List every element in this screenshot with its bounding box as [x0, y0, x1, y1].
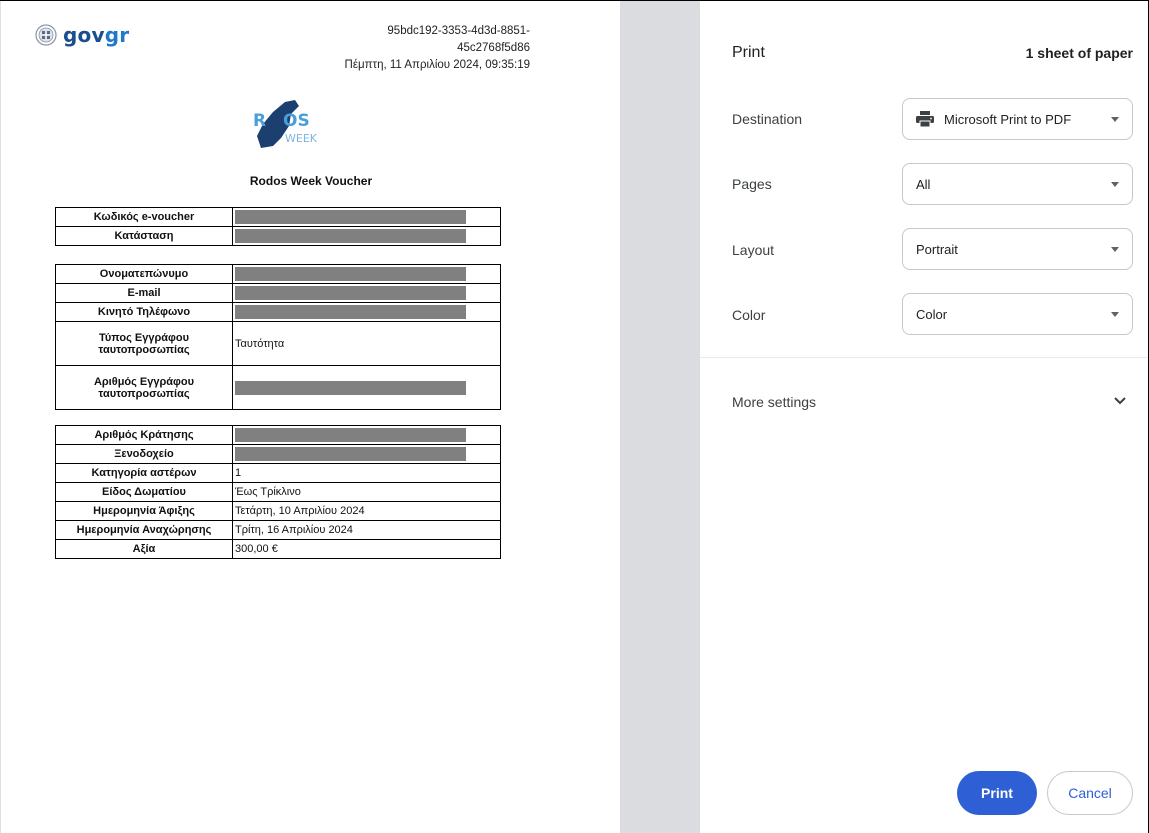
- voucher-table-code: Κωδικός e-voucher Κατάσταση: [55, 207, 501, 246]
- print-preview-page: govgr 95bdc192-3353-4d3d-8851- 45c2768f5…: [0, 0, 620, 833]
- table-row: Ημερομηνία Άφιξης Τετάρτη, 10 Απριλίου 20…: [55, 501, 501, 521]
- print-button[interactable]: Print: [957, 771, 1037, 815]
- row-value: [232, 283, 501, 303]
- destination-value: Microsoft Print to PDF: [944, 111, 1072, 127]
- print-settings-panel: Print 1 sheet of paper Destination Micro…: [700, 0, 1149, 833]
- gov-gr-logo: govgr: [35, 22, 129, 48]
- row-label: E-mail: [55, 283, 233, 303]
- row-value: 300,00 €: [232, 539, 501, 559]
- redaction-bar: [235, 447, 466, 461]
- row-value: [232, 425, 501, 445]
- row-value: Τετάρτη, 10 Απριλίου 2024: [232, 501, 501, 521]
- table-row: Ξενοδοχείο: [55, 444, 501, 464]
- color-label: Color: [732, 307, 766, 323]
- svg-text:OS: OS: [283, 111, 310, 131]
- redaction-bar: [235, 428, 466, 442]
- svg-text:WEEK: WEEK: [285, 132, 318, 145]
- row-label: Ξενοδοχείο: [55, 444, 233, 464]
- layout-label: Layout: [732, 242, 775, 258]
- pages-value: All: [916, 176, 931, 192]
- layout-value: Portrait: [916, 241, 958, 257]
- table-row: Τύπος Εγγράφου ταυτοπροσωπίας Ταυτότητα: [55, 321, 501, 366]
- row-value: [232, 264, 501, 284]
- table-row: Ονοματεπώνυμο: [55, 264, 501, 284]
- color-select[interactable]: Color: [902, 293, 1133, 335]
- more-settings-label: More settings: [732, 394, 817, 410]
- table-row: Κατηγορία αστέρων 1: [55, 463, 501, 483]
- row-label: Τύπος Εγγράφου ταυτοπροσωπίας: [55, 321, 233, 366]
- svg-text:R: R: [253, 111, 266, 131]
- destination-label: Destination: [732, 111, 803, 127]
- row-label: Κατηγορία αστέρων: [55, 463, 233, 483]
- row-label: Κωδικός e-voucher: [55, 207, 233, 227]
- printer-icon: [916, 111, 934, 127]
- table-row: Είδος Δωματίου Έως Τρίκλινο: [55, 482, 501, 502]
- row-label: Κατάσταση: [55, 226, 233, 246]
- print-heading: Print: [732, 44, 765, 61]
- voucher-table-booking: Αριθμός Κράτησης Ξενοδοχείο Κατηγορία αστέ…: [55, 425, 501, 559]
- dropdown-caret-icon: [1111, 117, 1119, 122]
- row-value: Ταυτότητα: [232, 321, 501, 366]
- voucher-title: Rodos Week Voucher: [249, 174, 373, 188]
- redaction-bar: [235, 305, 466, 319]
- table-row: Κινητό Τηλέφωνο: [55, 302, 501, 322]
- row-label: Ονοματεπώνυμο: [55, 264, 233, 284]
- greek-emblem-icon: [35, 24, 57, 46]
- table-row: Αριθμός Κράτησης: [55, 425, 501, 445]
- cancel-button[interactable]: Cancel: [1047, 771, 1133, 815]
- row-value: [232, 207, 501, 227]
- row-value: [232, 302, 501, 322]
- table-row: Αξία 300,00 €: [55, 539, 501, 559]
- redaction-bar: [235, 267, 466, 281]
- redaction-bar: [235, 210, 466, 224]
- row-label: Αριθμός Κράτησης: [55, 425, 233, 445]
- row-label: Είδος Δωματίου: [55, 482, 233, 502]
- document-id-block: 95bdc192-3353-4d3d-8851- 45c2768f5d86 Πέ…: [310, 23, 530, 74]
- table-row: Κατάσταση: [55, 226, 501, 246]
- row-value: [232, 365, 501, 410]
- redaction-bar: [235, 380, 466, 395]
- document-id-line-2: 45c2768f5d86: [457, 42, 530, 54]
- chevron-down-icon: [1114, 397, 1126, 405]
- panel-divider: [700, 357, 1149, 358]
- table-row: Αριθμός Εγγράφου ταυτοπροσωπίας: [55, 365, 501, 410]
- sheet-count: 1 sheet of paper: [1025, 45, 1133, 61]
- document-timestamp: Πέμπτη, 11 Απριλίου 2024, 09:35:19: [344, 59, 530, 71]
- rodos-week-logo: R OS WEEK: [253, 100, 318, 148]
- layout-select[interactable]: Portrait: [902, 228, 1133, 270]
- pages-select[interactable]: All: [902, 163, 1133, 205]
- row-label: Ημερομηνία Άφιξης: [55, 501, 233, 521]
- table-row: Κωδικός e-voucher: [55, 207, 501, 227]
- gov-gr-wordmark: govgr: [63, 23, 130, 47]
- row-label: Ημερομηνία Αναχώρησης: [55, 520, 233, 540]
- row-value: [232, 444, 501, 464]
- pages-label: Pages: [732, 176, 772, 192]
- row-value: 1: [232, 463, 501, 483]
- row-value: [232, 226, 501, 246]
- row-label: Αριθμός Εγγράφου ταυτοπροσωπίας: [55, 365, 233, 410]
- dropdown-caret-icon: [1111, 247, 1119, 252]
- document-id-line-1: 95bdc192-3353-4d3d-8851-: [387, 25, 530, 37]
- row-label: Αξία: [55, 539, 233, 559]
- table-row: Ημερομηνία Αναχώρησης Τρίτη, 16 Απριλίου …: [55, 520, 501, 540]
- preview-gutter: [620, 0, 700, 833]
- dropdown-caret-icon: [1111, 182, 1119, 187]
- more-settings-toggle[interactable]: More settings: [700, 380, 1149, 424]
- redaction-bar: [235, 229, 466, 243]
- dropdown-caret-icon: [1111, 312, 1119, 317]
- row-label: Κινητό Τηλέφωνο: [55, 302, 233, 322]
- table-row: E-mail: [55, 283, 501, 303]
- redaction-bar: [235, 286, 466, 300]
- voucher-table-person: Ονοματεπώνυμο E-mail Κινητό Τηλέφωνο Τύπος …: [55, 264, 501, 410]
- row-value: Τρίτη, 16 Απριλίου 2024: [232, 520, 501, 540]
- destination-select[interactable]: Microsoft Print to PDF: [902, 98, 1133, 140]
- row-value: Έως Τρίκλινο: [232, 482, 501, 502]
- color-value: Color: [916, 306, 948, 322]
